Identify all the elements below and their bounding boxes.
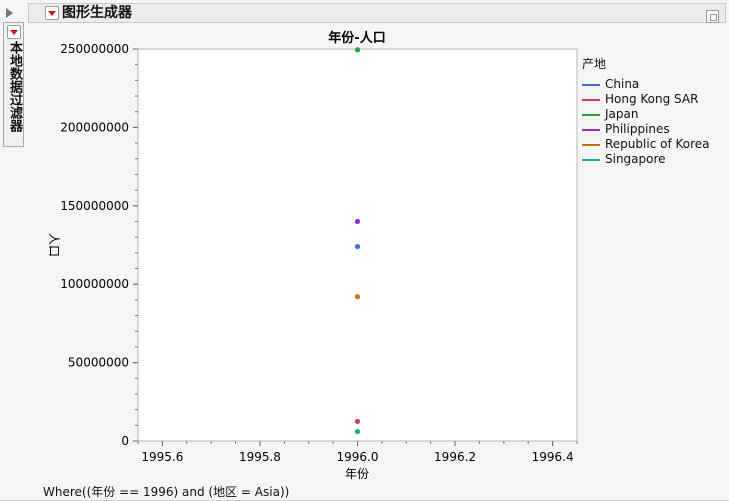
legend-item[interactable]: Japan [582, 107, 710, 122]
legend-item[interactable]: Singapore [582, 152, 710, 167]
legend-title: 产地 [582, 57, 607, 71]
y-axis: 0 50000000 100000000 150000000 200000000 2500… [60, 42, 138, 448]
x-tick-label: 1996.4 [532, 450, 574, 464]
data-point[interactable] [354, 47, 361, 53]
x-tick-label: 1995.6 [141, 450, 183, 464]
legend-swatch [582, 113, 600, 116]
data-point[interactable] [354, 428, 361, 435]
legend-label: Republic of Korea [605, 137, 710, 151]
chart-title: 年份-人口 [328, 30, 385, 46]
legend-item[interactable]: Hong Kong SAR [582, 92, 710, 107]
legend-label: Hong Kong SAR [605, 92, 699, 106]
legend-swatch [582, 83, 600, 86]
legend-item[interactable]: China [582, 77, 710, 92]
x-tick-label: 1996.0 [337, 450, 379, 464]
legend-item[interactable]: Philippines [582, 122, 710, 137]
legend-swatch [582, 158, 600, 161]
legend-swatch [582, 128, 600, 131]
legend-swatch [582, 143, 600, 146]
y-tick-label: 50000000 [68, 356, 129, 370]
y-tick-label: 0 [121, 434, 129, 448]
where-clause: Where((年份 == 1996) and (地区 = Asia)) [43, 485, 290, 499]
x-axis: 1995.6 1995.8 1996.0 1996.2 1996.4 [137, 441, 578, 464]
data-point[interactable] [354, 418, 361, 424]
y-tick-label: 200000000 [60, 120, 129, 134]
legend-swatch [582, 98, 600, 101]
y-tick-label: 250000000 [60, 42, 129, 56]
legend-label: Singapore [605, 152, 666, 166]
x-axis-label: 年份 [345, 467, 369, 481]
data-point[interactable] [354, 243, 361, 250]
y-axis-label: 人口 [47, 233, 61, 257]
x-tick-label: 1995.8 [239, 450, 281, 464]
y-tick-label: 150000000 [60, 199, 129, 213]
legend-label: Philippines [605, 122, 670, 136]
legend-label: Japan [605, 107, 639, 121]
legend-label: China [605, 77, 640, 91]
data-point[interactable] [354, 294, 361, 300]
x-tick-label: 1996.2 [434, 450, 476, 464]
legend-item[interactable]: Republic of Korea [582, 137, 710, 152]
data-point[interactable] [354, 218, 361, 225]
y-tick-label: 100000000 [60, 277, 129, 291]
legend: 产地 China Hong Kong SAR Japan Philippines Rep… [582, 57, 710, 167]
